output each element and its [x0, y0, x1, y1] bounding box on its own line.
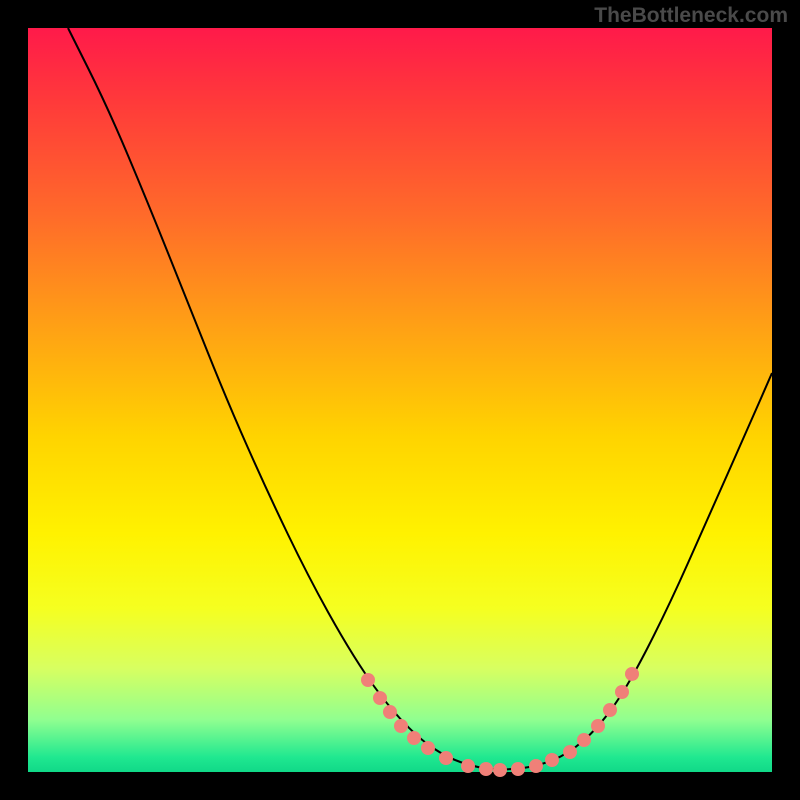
data-dot	[373, 691, 387, 705]
data-dot	[511, 762, 525, 776]
data-dot	[577, 733, 591, 747]
data-dot	[461, 759, 475, 773]
bottleneck-curve	[68, 28, 772, 769]
data-dot	[361, 673, 375, 687]
data-dot	[479, 762, 493, 776]
data-dot	[545, 753, 559, 767]
data-dot	[625, 667, 639, 681]
data-dot	[421, 741, 435, 755]
data-dot	[383, 705, 397, 719]
data-dot	[615, 685, 629, 699]
plot-area	[28, 28, 772, 772]
data-dot	[493, 763, 507, 777]
data-dot	[563, 745, 577, 759]
data-dot	[394, 719, 408, 733]
data-dot	[407, 731, 421, 745]
data-dot	[603, 703, 617, 717]
data-dot	[529, 759, 543, 773]
chart-svg	[28, 28, 772, 772]
watermark-text: TheBottleneck.com	[594, 4, 788, 28]
data-dot	[439, 751, 453, 765]
data-dots	[361, 667, 639, 777]
data-dot	[591, 719, 605, 733]
